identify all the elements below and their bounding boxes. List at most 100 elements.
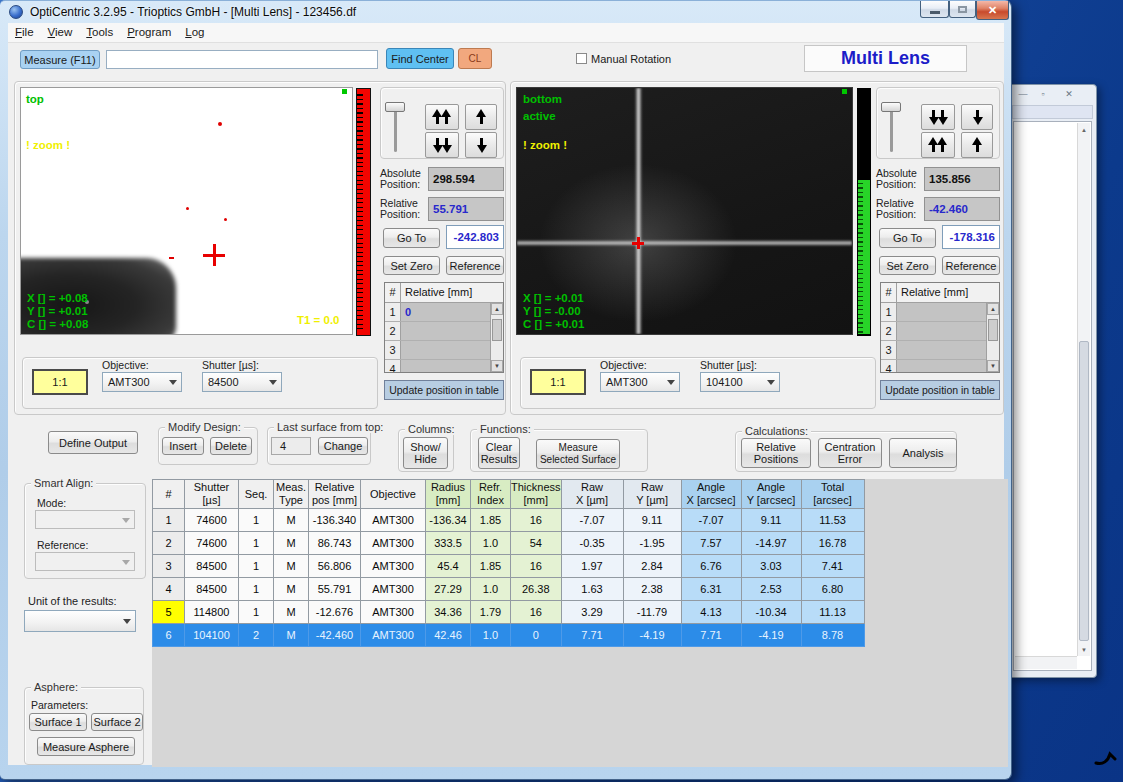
- left-goto-button[interactable]: Go To: [383, 228, 440, 248]
- column-header[interactable]: #: [153, 480, 185, 509]
- scroll-up-icon[interactable]: ▲: [1078, 123, 1090, 136]
- results-row-2[interactable]: 2746001M86.743AMT300333.51.054-0.35-1.95…: [153, 532, 865, 555]
- column-header[interactable]: RawY [µm]: [623, 480, 681, 509]
- measure-selected-button[interactable]: Measure Selected Surface: [536, 439, 620, 469]
- results-row-1[interactable]: 1746001M-136.340AMT300-136.341.8516-7.07…: [153, 509, 865, 532]
- reference-select[interactable]: [35, 552, 135, 571]
- centration-error-button[interactable]: Centration Error: [818, 438, 882, 468]
- jog-up-button[interactable]: [961, 132, 993, 158]
- minimize-button[interactable]: [920, 1, 949, 18]
- column-header[interactable]: Seq.: [239, 480, 274, 509]
- find-center-button[interactable]: Find Center: [386, 48, 454, 69]
- column-header[interactable]: Total[arcsec]: [801, 480, 864, 509]
- delete-button[interactable]: Delete: [210, 437, 252, 455]
- bg-vertical-scrollbar[interactable]: ▲ ▼: [1077, 123, 1090, 656]
- position-table-row[interactable]: 3: [385, 341, 503, 360]
- column-header[interactable]: Shutter[µs]: [185, 480, 239, 509]
- bg-close-button[interactable]: ✕: [1061, 88, 1077, 100]
- clear-results-button[interactable]: Clear Results: [478, 437, 520, 469]
- position-table-row[interactable]: 10: [385, 303, 503, 322]
- close-button[interactable]: ✕: [976, 1, 1009, 20]
- jog-down-button[interactable]: [465, 132, 497, 158]
- column-header[interactable]: AngleY [arcsec]: [741, 480, 801, 509]
- maximize-button[interactable]: [949, 1, 976, 18]
- left-goto-input[interactable]: -242.803: [446, 225, 504, 249]
- right-goto-button[interactable]: Go To: [879, 228, 936, 248]
- menu-view[interactable]: View: [41, 23, 80, 38]
- measure-asphere-button[interactable]: Measure Asphere: [37, 737, 135, 756]
- column-header[interactable]: Refr.Index: [471, 480, 511, 509]
- menu-tools[interactable]: Tools: [79, 23, 120, 38]
- column-header[interactable]: Relativepos [mm]: [309, 480, 361, 509]
- position-table-row[interactable]: 3: [881, 341, 999, 360]
- results-row-5[interactable]: 51148001M-12.676AMT30034.361.79163.29-11…: [153, 601, 865, 624]
- bg-maximize-button[interactable]: ▫: [1035, 88, 1051, 100]
- menu-program[interactable]: Program: [120, 23, 178, 38]
- bg-scroll-thumb[interactable]: [1079, 341, 1089, 641]
- relative-positions-button[interactable]: Relative Positions: [741, 438, 811, 468]
- scroll-down-icon[interactable]: ▼: [491, 360, 503, 372]
- bg-minimize-button[interactable]: —: [1015, 88, 1031, 100]
- left-shutter-select[interactable]: 84500: [202, 372, 282, 392]
- left-position-table[interactable]: #Relative [mm]10234▲▼: [384, 282, 504, 373]
- scroll-down-icon[interactable]: ▼: [987, 360, 999, 372]
- left-reference-button[interactable]: Reference: [446, 256, 504, 275]
- position-table-scrollbar[interactable]: ▲▼: [986, 303, 999, 372]
- background-window[interactable]: — ▫ ✕ ▲ ▼: [1008, 84, 1097, 678]
- left-objective-select[interactable]: AMT300: [102, 372, 182, 392]
- position-table-scrollbar[interactable]: ▲▼: [490, 303, 503, 372]
- jog-up-button[interactable]: [465, 104, 497, 130]
- surface-2-button[interactable]: Surface 2: [91, 713, 143, 731]
- right-position-table[interactable]: #Relative [mm]1234▲▼: [880, 282, 1000, 373]
- position-table-row[interactable]: 4: [385, 360, 503, 373]
- right-slider-handle[interactable]: [881, 102, 901, 112]
- menu-file[interactable]: File: [8, 23, 41, 38]
- column-header[interactable]: AngleX [arcsec]: [681, 480, 741, 509]
- right-reference-button[interactable]: Reference: [942, 256, 1000, 275]
- bg-horizontal-scrollbar[interactable]: [1015, 656, 1077, 669]
- show-hide-button[interactable]: Show/ Hide: [403, 437, 448, 469]
- menu-log[interactable]: Log: [178, 23, 211, 38]
- column-header[interactable]: Meas.Type: [274, 480, 309, 509]
- column-header[interactable]: Radius[mm]: [426, 480, 471, 509]
- scroll-up-icon[interactable]: ▲: [987, 303, 999, 315]
- right-set-zero-button[interactable]: Set Zero: [879, 256, 936, 275]
- toolbar-input[interactable]: [106, 50, 378, 69]
- left-slider-handle[interactable]: [385, 102, 405, 112]
- measure-button[interactable]: Measure (F11): [20, 50, 100, 69]
- jog-up-fast-button[interactable]: [425, 104, 459, 130]
- define-output-button[interactable]: Define Output: [48, 431, 138, 454]
- left-ratio-button[interactable]: 1:1: [32, 369, 88, 395]
- change-button[interactable]: Change: [318, 437, 368, 455]
- right-objective-select[interactable]: AMT300: [600, 372, 680, 392]
- manual-rotation-checkbox[interactable]: [576, 53, 587, 64]
- right-update-position-button[interactable]: Update position in table: [880, 380, 1000, 400]
- analysis-button[interactable]: Analysis: [889, 438, 957, 468]
- column-header[interactable]: RawX [µm]: [561, 480, 623, 509]
- last-surface-field[interactable]: 4: [271, 437, 311, 455]
- right-ratio-button[interactable]: 1:1: [530, 369, 586, 395]
- scroll-down-icon[interactable]: ▼: [1078, 643, 1090, 656]
- scroll-up-icon[interactable]: ▲: [491, 303, 503, 315]
- results-row-3[interactable]: 3845001M56.806AMT30045.41.85161.972.846.…: [153, 555, 865, 578]
- jog-down-fast-button[interactable]: [425, 132, 459, 158]
- column-header[interactable]: Thickness[mm]: [511, 480, 562, 509]
- position-table-row[interactable]: 2: [385, 322, 503, 341]
- jog-down-button[interactable]: [961, 104, 993, 130]
- position-table-row[interactable]: 4: [881, 360, 999, 373]
- left-update-position-button[interactable]: Update position in table: [384, 380, 504, 400]
- mode-select[interactable]: [35, 510, 135, 529]
- results-row-4[interactable]: 4845001M55.791AMT30027.291.026.381.632.3…: [153, 578, 865, 601]
- jog-up-fast-button[interactable]: [921, 132, 955, 158]
- surface-1-button[interactable]: Surface 1: [29, 713, 87, 731]
- insert-button[interactable]: Insert: [162, 437, 204, 455]
- unit-select[interactable]: [24, 610, 136, 632]
- position-table-row[interactable]: 2: [881, 322, 999, 341]
- position-table-row[interactable]: 1: [881, 303, 999, 322]
- results-row-6[interactable]: 61041002M-42.460AMT30042.461.007.71-4.19…: [153, 624, 865, 647]
- right-goto-input[interactable]: -178.316: [942, 225, 1000, 249]
- jog-down-fast-button[interactable]: [921, 104, 955, 130]
- right-shutter-select[interactable]: 104100: [700, 372, 780, 392]
- left-set-zero-button[interactable]: Set Zero: [383, 256, 440, 275]
- cl-button[interactable]: CL: [458, 48, 492, 69]
